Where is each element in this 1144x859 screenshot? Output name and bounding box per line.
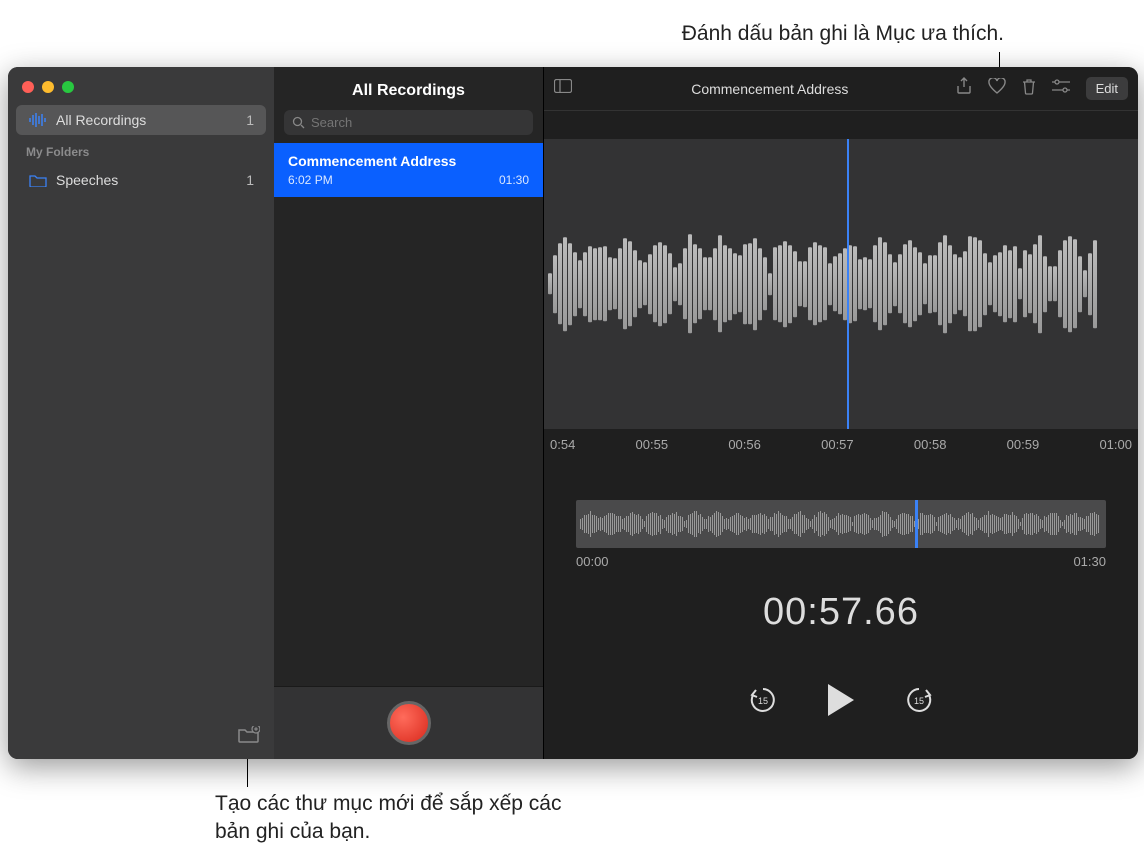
skip-back-button[interactable]: 15 [748, 685, 778, 715]
callout-new-folder: Tạo các thư mục mới để sắp xếp các bản g… [215, 790, 575, 847]
delete-button[interactable] [1022, 78, 1036, 100]
sidebar-icon [554, 79, 572, 93]
sidebar-section-header: My Folders [8, 137, 274, 163]
new-folder-button[interactable] [238, 726, 260, 749]
time-ruler: 0:54 00:55 00:56 00:57 00:58 00:59 01:00 [544, 429, 1138, 452]
play-button[interactable] [828, 684, 854, 716]
skip-back-icon: 15 [748, 685, 778, 715]
ruler-tick: 00:55 [636, 437, 669, 452]
waveform-icon [28, 113, 48, 127]
current-time: 00:57.66 [544, 591, 1138, 634]
ruler-tick: 00:58 [914, 437, 947, 452]
playhead[interactable] [847, 139, 849, 429]
sliders-icon [1052, 79, 1070, 93]
folder-icon [28, 173, 48, 187]
fullscreen-window-button[interactable] [62, 81, 74, 93]
overview-playhead[interactable] [915, 500, 918, 548]
recording-duration: 01:30 [499, 173, 529, 187]
sidebar-item-speeches[interactable]: Speeches 1 [16, 165, 266, 195]
ruler-tick: 0:54 [550, 437, 575, 452]
recordings-list: All Recordings Commencement Address 6:02… [274, 67, 544, 759]
sidebar-item-label: All Recordings [56, 112, 146, 128]
overview-wrap: 00:00 01:30 [576, 500, 1106, 569]
settings-button[interactable] [1052, 79, 1070, 98]
ruler-tick: 00:57 [821, 437, 854, 452]
playback-controls: 15 15 [544, 684, 1138, 716]
edit-button[interactable]: Edit [1086, 77, 1128, 100]
sidebar-item-count: 1 [246, 112, 254, 128]
share-icon [956, 77, 972, 95]
skip-forward-button[interactable]: 15 [904, 685, 934, 715]
recording-item[interactable]: Commencement Address 6:02 PM 01:30 [274, 143, 543, 197]
list-title: All Recordings [274, 67, 543, 110]
overview-start: 00:00 [576, 554, 609, 569]
svg-text:15: 15 [914, 696, 924, 706]
svg-text:15: 15 [758, 696, 768, 706]
favorite-button[interactable] [988, 78, 1006, 99]
skip-forward-icon: 15 [904, 685, 934, 715]
waveform-main[interactable] [544, 139, 1138, 429]
sidebar-item-count: 1 [246, 172, 254, 188]
app-window: All Recordings 1 My Folders Speeches 1 A… [8, 67, 1138, 759]
heart-icon [988, 78, 1006, 94]
trash-icon [1022, 78, 1036, 95]
ruler-tick: 00:56 [728, 437, 761, 452]
player-panel: Commencement Address Edit [544, 67, 1138, 759]
sidebar-item-label: Speeches [56, 172, 118, 188]
share-button[interactable] [956, 77, 972, 100]
ruler-tick: 01:00 [1099, 437, 1132, 452]
overview-end: 01:30 [1073, 554, 1106, 569]
search-field[interactable] [284, 110, 533, 135]
new-folder-icon [238, 726, 260, 744]
recording-title: Commencement Address [288, 153, 529, 169]
ruler-tick: 00:59 [1007, 437, 1040, 452]
record-button[interactable] [387, 701, 431, 745]
topbar: Commencement Address Edit [544, 67, 1138, 111]
search-input[interactable] [311, 115, 525, 130]
window-controls [8, 67, 274, 103]
callout-favorite: Đánh dấu bản ghi là Mục ưa thích. [682, 20, 1004, 48]
toggle-sidebar-button[interactable] [554, 79, 584, 98]
record-button-bar [274, 686, 543, 759]
play-icon [828, 684, 854, 716]
search-icon [292, 116, 305, 129]
recording-time: 6:02 PM [288, 173, 333, 187]
player-title: Commencement Address [584, 81, 956, 97]
close-window-button[interactable] [22, 81, 34, 93]
waveform-overview[interactable] [576, 500, 1106, 548]
sidebar-item-all-recordings[interactable]: All Recordings 1 [16, 105, 266, 135]
sidebar: All Recordings 1 My Folders Speeches 1 [8, 67, 274, 759]
minimize-window-button[interactable] [42, 81, 54, 93]
